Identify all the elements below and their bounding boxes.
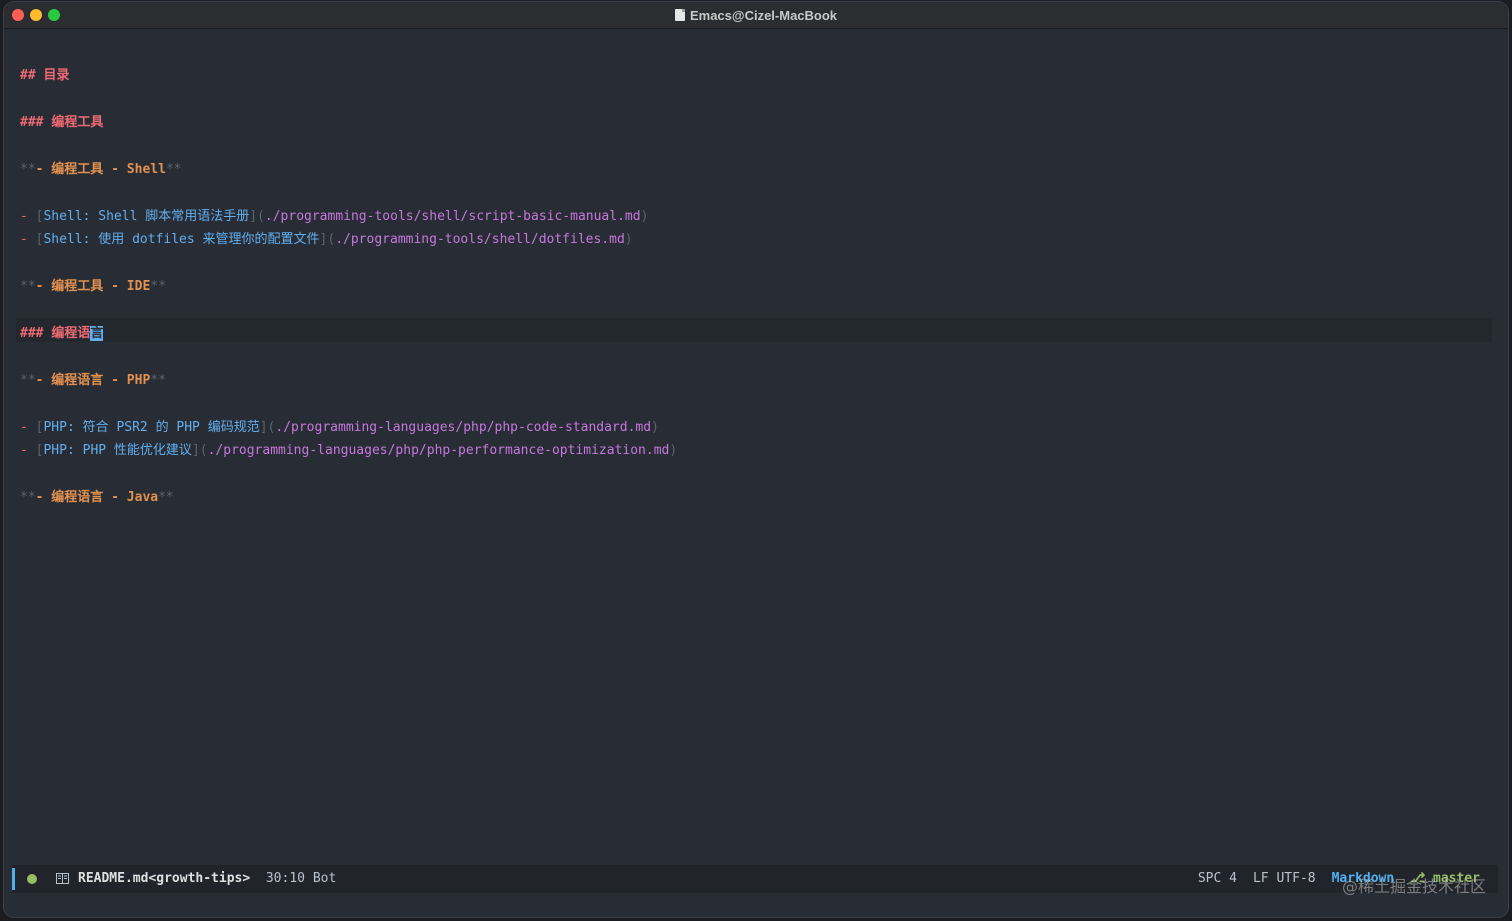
bold-line[interactable]: **- 编程工具 - IDE**: [20, 275, 166, 298]
list-item-link[interactable]: - [Shell: 使用 dotfiles 来管理你的配置文件](./progr…: [20, 228, 633, 251]
heading-line-current[interactable]: ### 编程语言: [20, 322, 104, 345]
buffer-name[interactable]: README.md<growth-tips>: [78, 871, 250, 886]
window-title: Emacs@Cizel-MacBook: [4, 2, 1508, 28]
bold-markup: **: [158, 490, 174, 505]
mode-line: README.md<growth-tips> 30:10 Bot SPC 4 L…: [12, 865, 1498, 893]
link-url[interactable]: ./programming-tools/shell/script-basic-m…: [265, 209, 641, 224]
link-text[interactable]: Shell: Shell 脚本常用语法手册: [43, 209, 249, 224]
book-icon: [56, 873, 69, 884]
link-text[interactable]: Shell: 使用 dotfiles 来管理你的配置文件: [43, 232, 319, 247]
link-url[interactable]: ./programming-languages/php/php-performa…: [208, 443, 670, 458]
link-bracket: ](: [259, 420, 276, 435]
encoding-setting[interactable]: LF UTF-8: [1253, 865, 1316, 893]
list-item-link[interactable]: - [PHP: 符合 PSR2 的 PHP 编码规范](./programmin…: [20, 416, 659, 439]
link-bracket: ](: [319, 232, 336, 247]
watermark: @稀土掘金技术社区: [1341, 877, 1486, 896]
indent-setting[interactable]: SPC 4: [1198, 865, 1237, 893]
link-bracket: ): [651, 420, 659, 435]
bold-markup: **: [20, 162, 36, 177]
bold-text: - 编程工具 - IDE: [35, 279, 151, 294]
list-bullet: -: [20, 232, 28, 247]
link-bracket: ): [624, 232, 633, 247]
bold-markup: **: [20, 279, 36, 294]
link-bracket: ](: [249, 209, 265, 224]
current-line-highlight: [16, 318, 1492, 342]
heading-text: 目录: [43, 68, 70, 83]
scroll-position: Bot: [312, 871, 337, 886]
bold-markup: **: [20, 373, 36, 388]
editor-buffer[interactable]: ## 目录 ### 编程工具 **- 编程工具 - Shell** - [She…: [4, 29, 1508, 865]
heading-line[interactable]: ## 目录: [20, 64, 70, 87]
link-url[interactable]: ./programming-languages/php/php-code-sta…: [275, 420, 651, 435]
text-cursor: 言: [90, 326, 104, 341]
cursor-position: 30:10: [265, 871, 305, 886]
link-url[interactable]: ./programming-tools/shell/dotfiles.md: [335, 232, 625, 247]
heading-marker: ##: [20, 68, 36, 83]
bold-line[interactable]: **- 编程工具 - Shell**: [20, 158, 182, 181]
window-title-text: Emacs@Cizel-MacBook: [689, 7, 838, 23]
list-item-link[interactable]: - [PHP: PHP 性能优化建议](./programming-langua…: [20, 439, 677, 462]
heading-marker: ###: [20, 326, 44, 341]
buffer-saved-indicator-icon: [27, 874, 37, 884]
mode-line-left: README.md<growth-tips> 30:10 Bot: [78, 865, 336, 893]
bold-markup: **: [20, 490, 36, 505]
list-bullet: -: [20, 420, 28, 435]
bold-markup: **: [165, 162, 182, 177]
bold-markup: **: [150, 279, 166, 294]
title-bar: Emacs@Cizel-MacBook: [4, 2, 1508, 29]
link-text[interactable]: PHP: PHP 性能优化建议: [43, 443, 191, 458]
bold-text: - 编程语言 - Java: [35, 490, 159, 505]
bold-text: - 编程语言 - PHP: [35, 373, 151, 388]
list-bullet: -: [20, 209, 28, 224]
heading-line[interactable]: ### 编程工具: [20, 111, 103, 134]
list-bullet: -: [20, 443, 28, 458]
bold-line[interactable]: **- 编程语言 - PHP**: [20, 369, 166, 392]
link-bracket: ): [640, 209, 649, 224]
link-text[interactable]: PHP: 符合 PSR2 的 PHP 编码规范: [43, 420, 259, 435]
link-bracket: ](: [191, 443, 208, 458]
bold-line[interactable]: **- 编程语言 - Java**: [20, 486, 174, 509]
list-item-link[interactable]: - [Shell: Shell 脚本常用语法手册](./programming-…: [20, 205, 648, 228]
link-bracket: ): [669, 443, 678, 458]
heading-text: 编程语: [51, 326, 91, 341]
bold-markup: **: [150, 373, 166, 388]
active-window-indicator: [12, 868, 15, 890]
emacs-window: Emacs@Cizel-MacBook ## 目录 ### 编程工具 **- 编…: [4, 2, 1508, 917]
bold-text: - 编程工具 - Shell: [35, 162, 166, 177]
heading-marker: ###: [20, 115, 44, 130]
heading-text: 编程工具: [51, 115, 104, 130]
document-icon: [674, 9, 685, 21]
